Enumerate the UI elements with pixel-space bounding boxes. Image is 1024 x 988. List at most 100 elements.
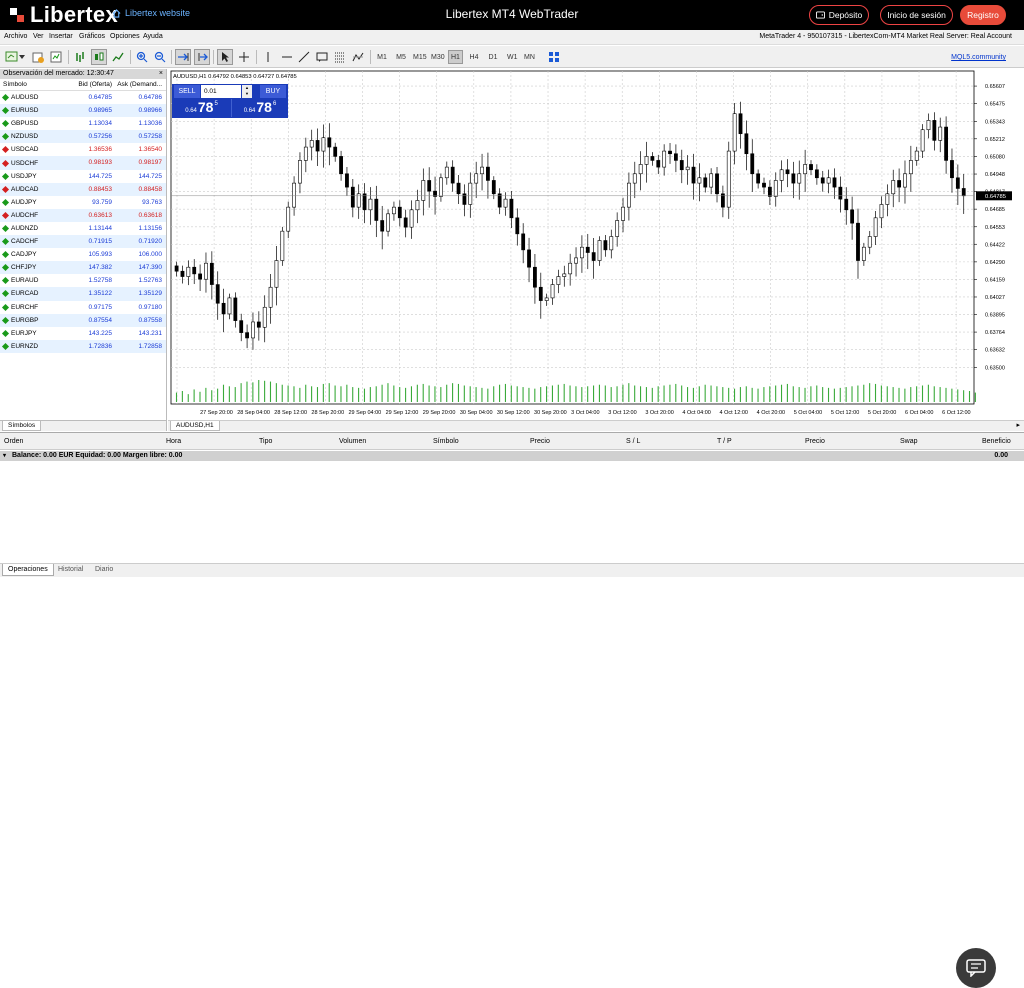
market-watch-row[interactable]: EURJPY 143.225 143.231 <box>0 326 166 340</box>
col-order[interactable]: Orden <box>4 438 23 445</box>
chart-window[interactable]: 0.65607 0.65475 0.65343 0.65212 0.65080 0.649… <box>168 69 1024 431</box>
tab-history[interactable]: Historial <box>53 564 88 576</box>
market-watch-row[interactable]: AUDCAD 0.88453 0.88458 <box>0 182 166 196</box>
candlestick-icon[interactable] <box>91 49 107 65</box>
market-watch-row[interactable]: AUDUSD 0.64785 0.64786 <box>0 91 166 105</box>
cursor-icon[interactable] <box>217 49 233 65</box>
chart-shift-icon[interactable] <box>194 49 210 65</box>
horizontal-line-icon[interactable] <box>279 49 295 65</box>
col-profit[interactable]: Beneficio <box>982 438 1011 445</box>
login-button[interactable]: Inicio de sesión <box>880 5 953 25</box>
tf-d1[interactable]: D1 <box>486 50 500 64</box>
col-sl[interactable]: S / L <box>626 438 640 445</box>
candle-body <box>767 186 772 197</box>
col-time[interactable]: Hora <box>166 438 181 445</box>
candle-body <box>491 180 496 195</box>
market-watch-row[interactable]: EURGBP 0.87554 0.87558 <box>0 313 166 327</box>
market-watch-row[interactable]: USDCAD 1.36536 1.36540 <box>0 143 166 157</box>
tf-m1[interactable]: M1 <box>375 50 389 64</box>
buy-button[interactable]: BUY <box>260 85 286 98</box>
tf-h4[interactable]: H4 <box>467 50 481 64</box>
tf-h1[interactable]: H1 <box>448 50 463 64</box>
line-chart-icon[interactable] <box>110 49 126 65</box>
menu-insert[interactable]: Insertar <box>49 33 73 40</box>
tf-m15[interactable]: M15 <box>411 50 429 64</box>
crosshair-icon[interactable] <box>236 49 252 65</box>
col-type[interactable]: Tipo <box>259 438 272 445</box>
vertical-line-icon[interactable] <box>260 49 276 65</box>
deposit-button[interactable]: Depósito <box>809 5 869 25</box>
market-watch-row[interactable]: USDCHF 0.98193 0.98197 <box>0 156 166 170</box>
buy-price[interactable]: 0.64 78 6 <box>231 99 288 117</box>
menu-view[interactable]: Ver <box>33 33 44 40</box>
zoom-in-icon[interactable] <box>134 49 150 65</box>
col-volume[interactable]: Volumen <box>339 438 366 445</box>
candle-body <box>362 193 367 211</box>
sell-button[interactable]: SELL <box>174 85 200 98</box>
dropdown-arrow-icon[interactable] <box>18 49 26 65</box>
balance-row[interactable]: ▾ Balance: 0.00 EUR Equidad: 0.00 Margen… <box>0 451 1024 461</box>
trendline-icon[interactable] <box>296 49 312 65</box>
autoscroll-icon[interactable] <box>175 49 191 65</box>
col-price-current[interactable]: Precio <box>805 438 825 445</box>
tf-m5[interactable]: M5 <box>394 50 408 64</box>
collapse-icon[interactable]: ▾ <box>3 451 6 461</box>
tab-scroll-icon[interactable]: ▸ <box>1016 421 1020 429</box>
col-symbol[interactable]: Símbolo <box>0 79 66 90</box>
tf-mn[interactable]: MN <box>522 50 537 64</box>
tf-w1[interactable]: W1 <box>505 50 520 64</box>
market-watch-row[interactable]: CADJPY 105.993 106.000 <box>0 248 166 262</box>
zoom-out-icon[interactable] <box>152 49 168 65</box>
arrow-up-icon <box>1 264 10 272</box>
fibonacci-icon[interactable] <box>332 49 348 65</box>
market-watch-row[interactable]: AUDJPY 93.759 93.763 <box>0 195 166 209</box>
market-watch-row[interactable]: AUDCHF 0.63613 0.63618 <box>0 208 166 222</box>
market-watch-row[interactable]: EURCHF 0.97175 0.97180 <box>0 300 166 314</box>
price-chart[interactable]: 0.65607 0.65475 0.65343 0.65212 0.65080 0.649… <box>168 69 1024 420</box>
symbol-name: USDCHF <box>11 159 39 167</box>
menu-help[interactable]: Ayuda <box>143 33 163 40</box>
col-tp[interactable]: T / P <box>717 438 732 445</box>
market-watch-row[interactable]: EURNZD 1.72836 1.72858 <box>0 339 166 353</box>
bar-chart-icon[interactable] <box>72 49 88 65</box>
menu-file[interactable]: Archivo <box>4 33 27 40</box>
market-watch-row[interactable]: AUDNZD 1.13144 1.13156 <box>0 221 166 236</box>
candle-body <box>368 198 373 211</box>
website-link[interactable]: Libertex website <box>112 8 190 18</box>
menu-charts[interactable]: Gráficos <box>79 33 105 40</box>
close-icon[interactable]: × <box>159 69 163 79</box>
register-button[interactable]: Registro <box>960 5 1006 25</box>
market-watch-icon[interactable] <box>48 49 64 65</box>
col-symbol[interactable]: Símbolo <box>433 438 459 445</box>
libertex-logo[interactable]: Libertex <box>8 2 118 27</box>
col-swap[interactable]: Swap <box>900 438 918 445</box>
tile-windows-icon[interactable] <box>546 49 562 65</box>
market-watch-row[interactable]: EURAUD 1.52758 1.52763 <box>0 274 166 288</box>
lot-spinner[interactable]: ▲ ▼ <box>242 85 252 98</box>
mql5-community-link[interactable]: MQL5.community <box>951 54 1006 61</box>
market-watch-row[interactable]: CHFJPY 147.382 147.390 <box>0 261 166 275</box>
sell-price[interactable]: 0.64 78 5 <box>173 99 230 117</box>
lot-size-input[interactable]: 0.01 <box>201 85 241 98</box>
market-watch-row[interactable]: NZDUSD 0.57256 0.57258 <box>0 130 166 144</box>
candle-body <box>268 286 273 308</box>
menu-options[interactable]: Opciones <box>110 33 140 40</box>
market-watch-row[interactable]: USDJPY 144.725 144.725 <box>0 169 166 183</box>
market-watch-row[interactable]: CADCHF 0.71915 0.71920 <box>0 235 166 249</box>
symbol-name: EURGBP <box>11 316 39 324</box>
tab-operations[interactable]: Operaciones <box>2 564 54 576</box>
market-watch-row[interactable]: GBPUSD 1.13034 1.13036 <box>0 117 166 131</box>
tab-symbols[interactable]: Símbolos <box>2 421 42 431</box>
chat-button[interactable] <box>956 948 996 988</box>
col-price[interactable]: Precio <box>530 438 550 445</box>
indicators-icon[interactable] <box>350 49 366 65</box>
text-label-icon[interactable] <box>314 49 330 65</box>
col-bid[interactable]: Bid (Oferta) <box>66 79 112 90</box>
profiles-icon[interactable] <box>30 49 46 65</box>
market-watch-row[interactable]: EURCAD 1.35122 1.35129 <box>0 287 166 301</box>
col-ask[interactable]: Ask (Demand... <box>112 79 164 90</box>
chart-tab-audusd[interactable]: AUDUSD,H1 <box>170 421 220 431</box>
tf-m30[interactable]: M30 <box>429 50 447 64</box>
tab-journal[interactable]: Diario <box>90 564 118 576</box>
market-watch-row[interactable]: EURUSD 0.98965 0.98966 <box>0 104 166 118</box>
